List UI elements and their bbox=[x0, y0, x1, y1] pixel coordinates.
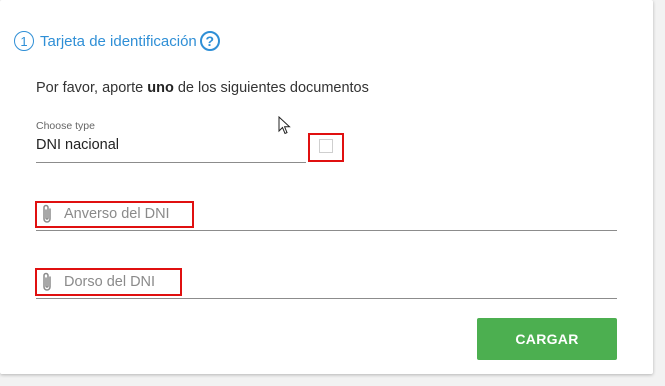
mouse-cursor-icon bbox=[278, 116, 291, 135]
section-header: 1 Tarjeta de identificación ? bbox=[14, 28, 220, 54]
step-number: 1 bbox=[14, 31, 34, 51]
highlight-box-checkbox bbox=[308, 133, 344, 162]
document-type-label: Choose type bbox=[36, 120, 95, 132]
highlight-box-front-upload bbox=[35, 201, 194, 228]
instructions-suffix: de los siguientes documentos bbox=[173, 80, 369, 96]
upload-button[interactable]: CARGAR bbox=[477, 318, 617, 360]
section-title: Tarjeta de identificación bbox=[40, 32, 197, 50]
instructions-emphasis: uno bbox=[147, 80, 174, 96]
document-type-select[interactable]: Choose type DNI nacional bbox=[36, 118, 306, 163]
id-card-panel: 1 Tarjeta de identificación ? Por favor,… bbox=[0, 0, 653, 374]
help-icon[interactable]: ? bbox=[199, 31, 220, 51]
instructions-text: Por favor, aporte uno de los siguientes … bbox=[36, 80, 369, 96]
document-type-value: DNI nacional bbox=[36, 137, 120, 153]
instructions-prefix: Por favor, aporte bbox=[36, 80, 148, 96]
highlight-box-back-upload bbox=[35, 268, 182, 296]
